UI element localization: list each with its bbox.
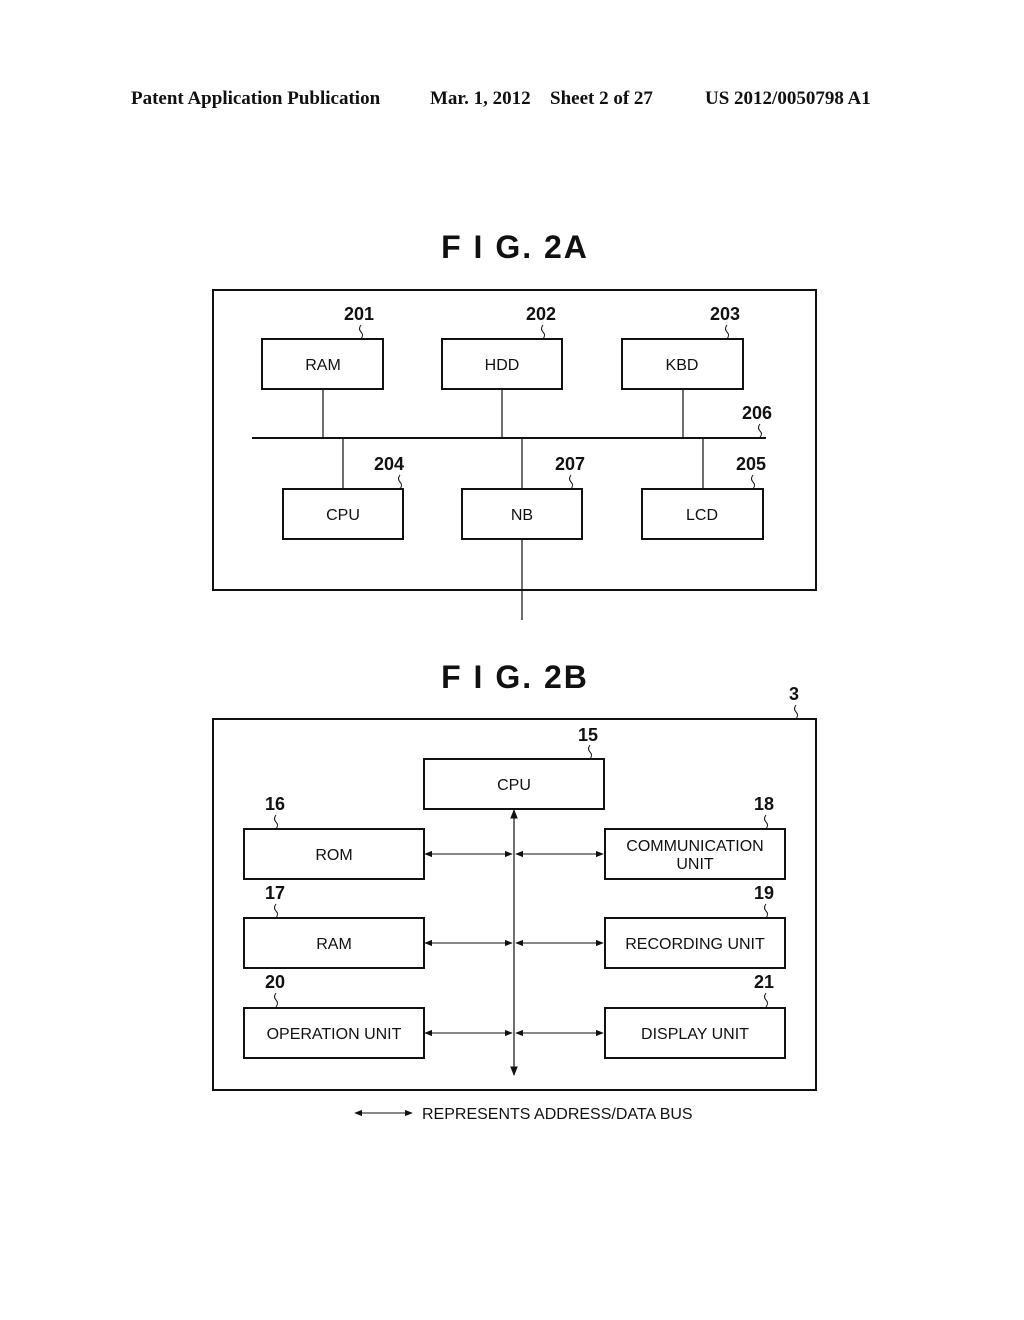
display-label: DISPLAY UNIT bbox=[641, 1026, 749, 1043]
operation-label: OPERATION UNIT bbox=[267, 1026, 402, 1043]
fig2a-enclosure bbox=[212, 289, 817, 591]
block-rom-16: ROM 16 bbox=[243, 794, 425, 880]
ram17-ref: 17 bbox=[265, 883, 285, 903]
block-nb-207: NB 207 bbox=[461, 454, 585, 540]
legend: REPRESENTS ADDRESS/DATA BUS bbox=[354, 1106, 693, 1123]
block-kbd-203: KBD 203 bbox=[621, 304, 744, 390]
block-lcd-205: LCD 205 bbox=[641, 454, 766, 540]
ram-ref-leader bbox=[359, 324, 363, 340]
lcd-ref: 205 bbox=[736, 454, 766, 474]
device-ref-leader bbox=[794, 704, 798, 720]
block-operation-20: OPERATION UNIT 20 bbox=[243, 972, 425, 1059]
cpu15-label: CPU bbox=[497, 777, 531, 794]
rom-ref: 16 bbox=[265, 794, 285, 814]
lcd-ref-leader bbox=[751, 474, 755, 490]
fig2b-title: F I G. 2B bbox=[441, 659, 589, 695]
bus-ref-leader bbox=[758, 423, 762, 438]
ram-ref: 201 bbox=[344, 304, 374, 324]
cpu15-ref: 15 bbox=[578, 725, 598, 745]
ram17-label: RAM bbox=[316, 936, 352, 953]
recording-ref-leader bbox=[764, 903, 768, 919]
block-ram-201: RAM 201 bbox=[261, 304, 384, 390]
rom-label: ROM bbox=[315, 847, 352, 864]
block-ram-17: RAM 17 bbox=[243, 883, 425, 969]
display-ref: 21 bbox=[754, 972, 774, 992]
display-ref-leader bbox=[764, 992, 768, 1008]
comm-ref: 18 bbox=[754, 794, 774, 814]
cpu-ref: 204 bbox=[374, 454, 404, 474]
cpu-label: CPU bbox=[326, 507, 360, 524]
fig2a-title: F I G. 2A bbox=[441, 229, 589, 265]
comm-ref-leader bbox=[764, 814, 768, 830]
nb-ref: 207 bbox=[555, 454, 585, 474]
kbd-ref: 203 bbox=[710, 304, 740, 324]
ram17-ref-leader bbox=[274, 903, 278, 919]
nb-ref-leader bbox=[569, 474, 573, 490]
rom-ref-leader bbox=[274, 814, 278, 830]
recording-label: RECORDING UNIT bbox=[625, 936, 765, 953]
hdd-ref: 202 bbox=[526, 304, 556, 324]
block-recording-19: RECORDING UNIT 19 bbox=[604, 883, 786, 969]
kbd-ref-leader bbox=[725, 324, 729, 340]
hdd-label: HDD bbox=[485, 357, 520, 374]
block-cpu-15: CPU 15 bbox=[423, 725, 605, 810]
legend-text: REPRESENTS ADDRESS/DATA BUS bbox=[422, 1106, 693, 1123]
cpu-ref-leader bbox=[398, 474, 402, 490]
device-ref: 3 bbox=[789, 684, 799, 704]
figure-canvas: F I G. 2A 206 RAM 201 HDD 202 KBD 203 CP… bbox=[212, 229, 817, 1123]
cpu15-ref-leader bbox=[588, 744, 592, 760]
ram-label: RAM bbox=[305, 357, 341, 374]
operation-ref-leader bbox=[274, 992, 278, 1008]
operation-ref: 20 bbox=[265, 972, 285, 992]
hdd-ref-leader bbox=[541, 324, 545, 340]
nb-label: NB bbox=[511, 507, 533, 524]
lcd-label: LCD bbox=[686, 507, 718, 524]
comm-label-line1: COMMUNICATION bbox=[626, 838, 763, 855]
block-hdd-202: HDD 202 bbox=[441, 304, 563, 390]
block-communication-18: COMMUNICATION UNIT 18 bbox=[604, 794, 786, 880]
block-display-21: DISPLAY UNIT 21 bbox=[604, 972, 786, 1059]
bus-ref: 206 bbox=[742, 403, 772, 423]
kbd-label: KBD bbox=[666, 357, 699, 374]
recording-ref: 19 bbox=[754, 883, 774, 903]
comm-label-line2: UNIT bbox=[676, 856, 714, 873]
